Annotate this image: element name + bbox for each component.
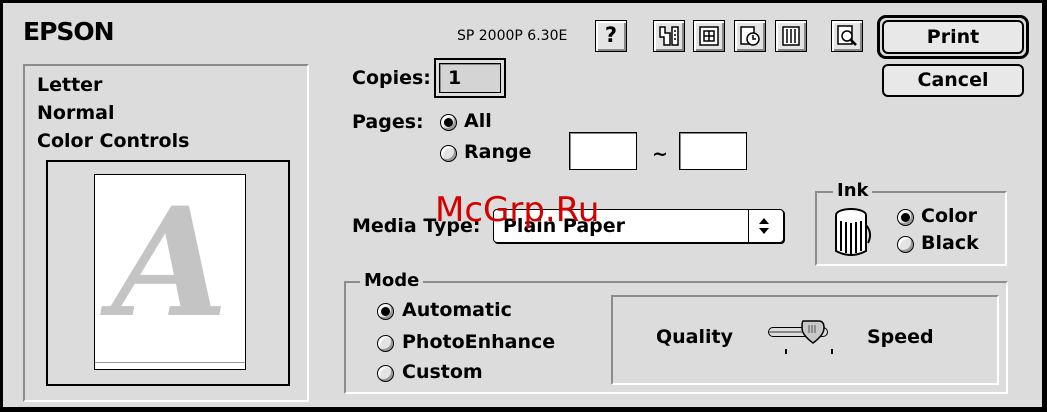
background-print-button[interactable] [734, 20, 766, 52]
ink-color-label: Color [921, 205, 977, 227]
mode-custom-label: Custom [402, 361, 483, 383]
slider-tick-max [831, 349, 833, 354]
ink-color-radio[interactable] [897, 209, 914, 226]
ink-cartridge-icon [835, 208, 872, 256]
pages-label: Pages: [352, 111, 424, 133]
copies-focus-ring: 1 [434, 58, 506, 98]
print-button[interactable]: Print [882, 20, 1024, 54]
background-print-icon [740, 26, 760, 46]
layout-button[interactable] [693, 20, 725, 52]
summary-panel: Letter Normal Color Controls A [23, 64, 309, 402]
copies-label: Copies: [352, 67, 431, 89]
epson-logo: EPSON [23, 17, 115, 46]
select-divider [748, 210, 749, 242]
preview-icon [837, 25, 857, 46]
pages-range-label: Range [464, 141, 532, 163]
updown-arrows-icon [759, 218, 769, 234]
pages-all-radio[interactable] [440, 114, 457, 131]
summary-color: Color Controls [37, 130, 190, 152]
pages-range-radio[interactable] [440, 145, 457, 162]
preview-frame: A [46, 160, 290, 386]
mode-automatic-radio[interactable] [377, 303, 394, 320]
ink-legend: Ink [833, 180, 873, 201]
range-to-field[interactable] [679, 132, 747, 170]
utility-button[interactable] [653, 20, 685, 52]
ink-black-radio[interactable] [897, 236, 914, 253]
help-icon: ? [604, 23, 618, 47]
print-dialog: EPSON SP 2000P 6.30E ? Print Cancel Lett… [2, 2, 1043, 408]
printer-version: SP 2000P 6.30E [457, 28, 568, 44]
preview-page: A [94, 174, 246, 370]
mode-group: Mode Automatic PhotoEnhance Custom Quali… [344, 270, 1008, 394]
layout-icon [699, 26, 719, 46]
print-default-ring: Print [877, 15, 1029, 59]
copies-value: 1 [448, 67, 462, 89]
ink-black-label: Black [921, 232, 979, 254]
utility-icon [659, 26, 679, 46]
mode-legend: Mode [360, 270, 424, 291]
quality-speed-panel: Quality Speed [611, 295, 999, 385]
summary-paper: Letter [37, 74, 103, 96]
preview-letter: A [111, 175, 229, 351]
help-button[interactable]: ? [595, 20, 627, 52]
speed-label: Speed [867, 326, 934, 348]
media-type-select[interactable]: Plain Paper [493, 209, 784, 243]
ink-group: Ink Color Black [815, 180, 1007, 266]
page-shadow-line [95, 362, 245, 363]
media-type-label: Media Type: [352, 215, 481, 237]
mode-automatic-label: Automatic [402, 299, 512, 321]
mode-photoenhance-label: PhotoEnhance [402, 331, 556, 353]
mode-custom-radio[interactable] [377, 365, 394, 382]
preview-button[interactable] [831, 20, 863, 52]
quality-label: Quality [656, 326, 733, 348]
cancel-button[interactable]: Cancel [882, 64, 1024, 97]
media-type-value: Plain Paper [503, 215, 626, 237]
slider-tick-min [785, 349, 787, 354]
watermark-icon [782, 26, 800, 46]
summary-quality: Normal [37, 102, 115, 124]
mode-photoenhance-radio[interactable] [377, 335, 394, 352]
range-separator: ~ [652, 143, 668, 165]
slider-thumb-icon[interactable] [801, 319, 825, 349]
watermark-button[interactable] [775, 20, 807, 52]
pages-all-label: All [464, 110, 492, 132]
copies-field[interactable]: 1 [439, 63, 501, 93]
range-from-field[interactable] [569, 132, 637, 170]
